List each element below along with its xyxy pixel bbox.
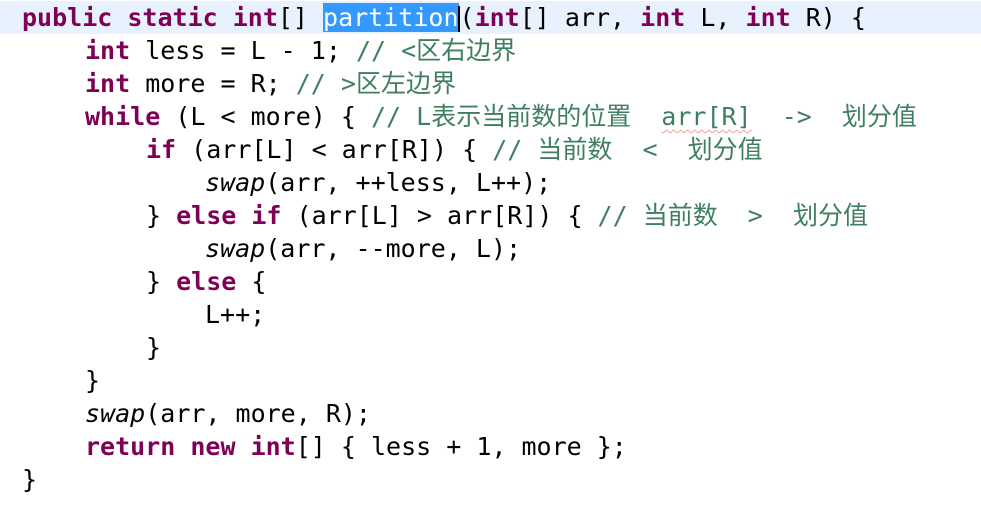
code-line-14[interactable]: return new int[] { less + 1, more }; [0,430,981,463]
code-line-9[interactable]: } else { [0,265,981,298]
code-text: (L < more) { [160,102,371,131]
code-text: } [146,333,162,362]
method-call: swap [205,234,266,263]
code-editor[interactable]: public static int[] partition(int[] arr,… [0,0,981,516]
code-text: (arr, --more, L); [265,234,522,263]
code-text: (arr[L] < arr[R]) { [176,135,493,164]
code-text: L, [685,3,746,32]
code-text: (arr, ++less, L++); [265,168,552,197]
code-line-4[interactable]: while (L < more) { // L表示当前数的位置 arr[R] -… [0,100,981,133]
method-call: swap [205,168,266,197]
code-text: [] [277,3,324,32]
selected-method-name[interactable]: partition [323,3,459,32]
keyword: else [176,267,237,296]
code-text: } [85,366,101,395]
code-text: } [22,465,38,494]
code-comment: // L表示当前数的位置 [370,102,662,131]
code-line-3[interactable]: int more = R; // >区左边界 [0,67,981,100]
code-comment-flagged: arr[R] [661,102,752,131]
code-line-10[interactable]: L++; [0,298,981,331]
keyword: public static int [22,3,278,32]
code-line-2[interactable]: int less = L - 1; // <区右边界 [0,34,981,67]
code-line-7[interactable]: } else if (arr[L] > arr[R]) { // 当前数 > 划… [0,199,981,232]
code-text: R) { [790,3,866,32]
code-text: less = L - 1; [130,36,356,65]
keyword: if [146,135,177,164]
code-comment: // >区左边界 [295,69,456,98]
code-text: } [146,201,177,230]
keyword: int [640,3,686,32]
code-comment: // 当前数 < 划分值 [492,135,763,164]
code-comment: // <区右边界 [355,36,517,65]
code-comment: // 当前数 > 划分值 [597,201,868,230]
code-text: more = R; [130,69,296,98]
code-text: [] arr, [519,3,641,32]
code-text: { [236,267,267,296]
keyword: int [745,3,791,32]
keyword: int [474,3,520,32]
method-call: swap [85,399,146,428]
code-line-6[interactable]: swap(arr, ++less, L++); [0,166,981,199]
code-line-11[interactable]: } [0,331,981,364]
code-text: (arr[L] > arr[R]) { [281,201,598,230]
code-comment: -> 划分值 [751,102,917,131]
code-line-1[interactable]: public static int[] partition(int[] arr,… [0,1,981,34]
code-line-8[interactable]: swap(arr, --more, L); [0,232,981,265]
code-text: (arr, more, R); [145,399,371,428]
code-line-5[interactable]: if (arr[L] < arr[R]) { // 当前数 < 划分值 [0,133,981,166]
keyword: while [85,102,161,131]
code-text: ( [459,3,475,32]
keyword: return new int [85,432,296,461]
code-text: L++; [205,300,266,329]
code-text: [] { less + 1, more }; [295,432,627,461]
keyword: int [85,36,131,65]
keyword: int [85,69,131,98]
code-text: } [146,267,177,296]
keyword: else if [176,201,282,230]
code-line-13[interactable]: swap(arr, more, R); [0,397,981,430]
code-line-15[interactable]: } [0,463,981,496]
code-line-12[interactable]: } [0,364,981,397]
